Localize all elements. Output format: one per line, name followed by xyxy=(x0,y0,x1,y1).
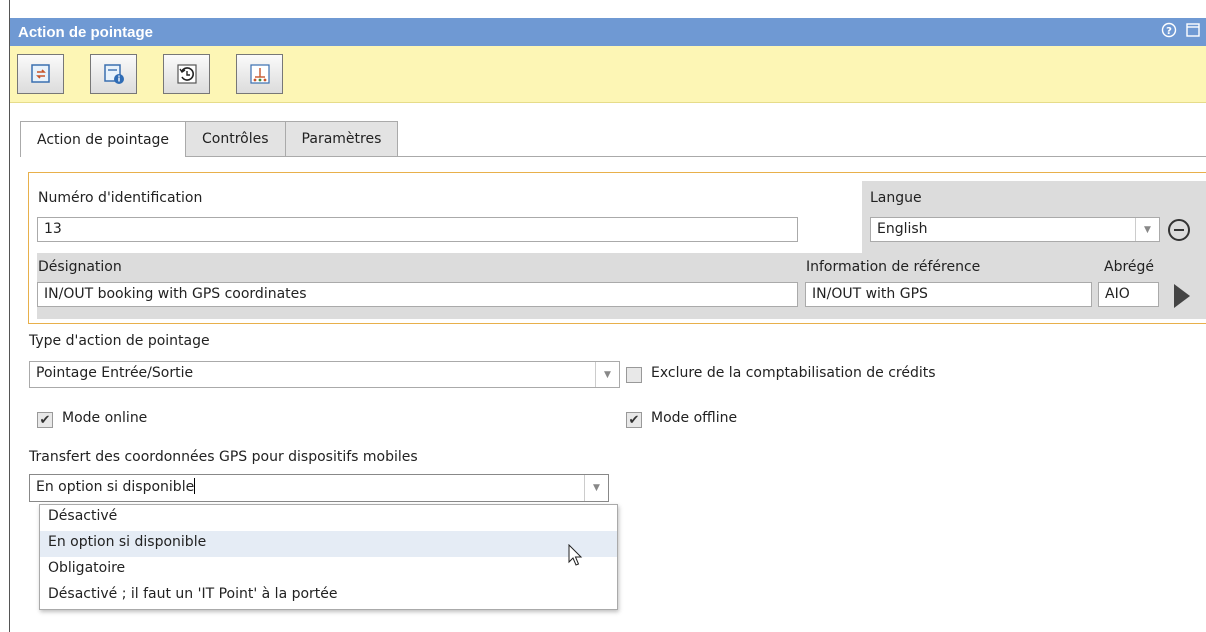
refresh-record-button[interactable] xyxy=(17,54,64,94)
gps-dropdown-list: Désactivé En option si disponible Obliga… xyxy=(39,504,618,610)
offline-mode-label: Mode offline xyxy=(651,410,738,426)
toolbar xyxy=(10,46,1206,103)
id-label: Numéro d'identification xyxy=(38,190,203,206)
exclude-credits-label: Exclure de la comptabilisation de crédit… xyxy=(651,365,936,381)
tab-divider xyxy=(20,156,1206,157)
dropdown-option[interactable]: Désactivé ; il faut un 'IT Point' à la p… xyxy=(40,583,617,609)
remove-language-icon[interactable] xyxy=(1168,219,1190,241)
history-button[interactable] xyxy=(163,54,210,94)
maximize-icon[interactable] xyxy=(1185,22,1201,38)
gps-value: En option si disponible xyxy=(36,479,195,495)
tab-action-de-pointage[interactable]: Action de pointage xyxy=(20,121,187,157)
reference-field[interactable]: IN/OUT with GPS xyxy=(805,282,1092,307)
gps-label: Transfert des coordonnées GPS pour dispo… xyxy=(29,449,418,465)
online-mode-label: Mode online xyxy=(62,410,148,426)
window-titlebar: Action de pointage ? xyxy=(10,18,1206,46)
history-icon xyxy=(176,64,197,84)
exclude-credits-checkbox[interactable] xyxy=(626,367,642,383)
next-arrow-icon[interactable] xyxy=(1174,284,1190,308)
info-card-icon xyxy=(103,64,124,84)
chevron-down-icon[interactable]: ▼ xyxy=(1135,218,1159,241)
gps-select[interactable]: En option si disponible ▼ xyxy=(29,474,609,502)
structure-button[interactable] xyxy=(236,54,283,94)
language-value: English xyxy=(877,221,928,237)
help-icon[interactable]: ? xyxy=(1161,22,1177,38)
identification-group: Numéro d'identification 13 Langue Englis… xyxy=(28,172,1206,324)
refresh-record-icon xyxy=(30,64,50,83)
info-button[interactable] xyxy=(90,54,137,94)
tab-bar: Action de pointage Contrôles Paramètres xyxy=(20,121,399,157)
chevron-down-icon[interactable]: ▼ xyxy=(595,362,619,387)
type-select[interactable]: Pointage Entrée/Sortie ▼ xyxy=(29,361,620,388)
dropdown-option[interactable]: En option si disponible xyxy=(40,531,617,557)
language-select[interactable]: English ▼ xyxy=(870,217,1160,242)
text-caret xyxy=(194,478,196,494)
tab-parametres[interactable]: Paramètres xyxy=(284,121,399,156)
type-value: Pointage Entrée/Sortie xyxy=(36,365,194,381)
offline-mode-checkbox[interactable]: ✔ xyxy=(626,412,642,428)
type-label: Type d'action de pointage xyxy=(29,333,210,349)
reference-label: Information de référence xyxy=(806,259,981,275)
abbrev-label: Abrégé xyxy=(1104,259,1155,275)
abbrev-field[interactable]: AIO xyxy=(1098,282,1159,307)
id-field[interactable]: 13 xyxy=(37,217,798,242)
dropdown-option[interactable]: Désactivé xyxy=(40,505,617,531)
language-label: Langue xyxy=(870,190,922,206)
chevron-down-icon[interactable]: ▼ xyxy=(584,475,608,501)
svg-text:?: ? xyxy=(1166,26,1172,37)
mouse-cursor-icon xyxy=(568,544,583,566)
designation-label: Désignation xyxy=(38,259,122,275)
online-mode-checkbox[interactable]: ✔ xyxy=(37,412,53,428)
tab-controles[interactable]: Contrôles xyxy=(185,121,286,156)
window-title: Action de pointage xyxy=(18,23,153,41)
structure-chart-icon xyxy=(249,64,270,84)
window-frame: Action de pointage ? Action de pointage … xyxy=(9,0,1206,632)
designation-field[interactable]: IN/OUT booking with GPS coordinates xyxy=(37,282,798,307)
dropdown-option[interactable]: Obligatoire xyxy=(40,557,617,583)
